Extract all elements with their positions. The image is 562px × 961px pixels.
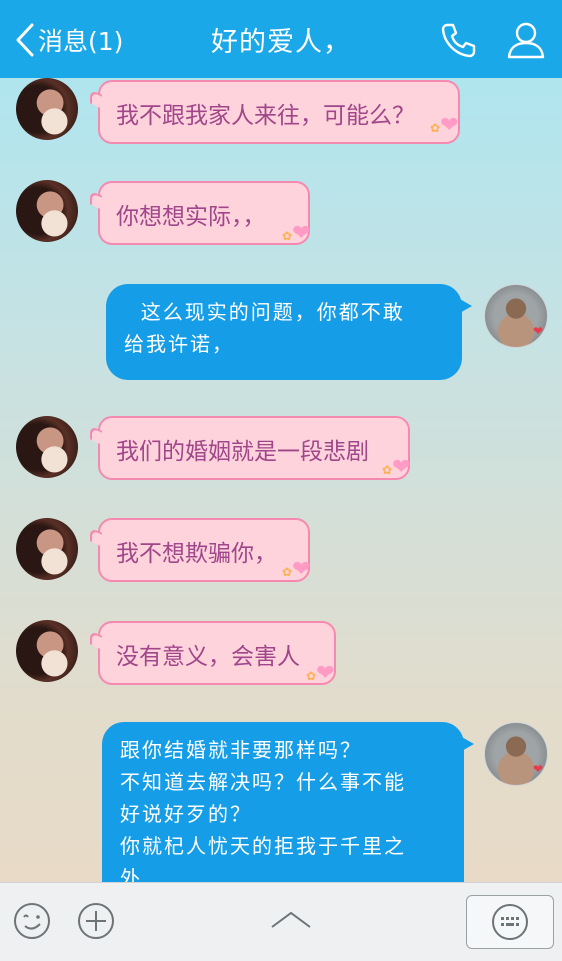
message-line: 这么现实的问题，你都不敢	[124, 300, 405, 324]
bubble-decoration-icon: ✿❤	[306, 661, 335, 686]
contact-icon	[507, 22, 545, 59]
bubble-decoration-icon: ✿❤	[282, 557, 311, 582]
message-text: 你想想实际，，	[116, 204, 266, 230]
top-bar: 消息(1) 好的爱人，	[0, 0, 562, 78]
expand-panel-button[interactable]	[268, 905, 314, 939]
message-line: 外	[120, 866, 142, 882]
chevron-up-icon	[271, 911, 311, 928]
contact-avatar[interactable]	[16, 78, 78, 140]
message-bubble-incoming[interactable]: 我不想欺骗你，	[98, 518, 310, 582]
message-line: 给我许诺，	[124, 332, 234, 356]
message-text: 我们的婚姻就是一段悲剧	[116, 439, 369, 465]
message-line: 跟你结婚就非要那样吗？	[120, 738, 362, 762]
message-list[interactable]: 我不跟我家人来往，可能么？ ✿❤ 你想想实际，， ✿❤ 这么现实的问题，你都不敢…	[0, 78, 562, 882]
keyboard-icon	[492, 904, 528, 940]
message-bubble-outgoing[interactable]: 跟你结婚就非要那样吗？ 不知道去解决吗？什么事不能 好说好歹的？ 你就杞人忧天的…	[102, 722, 474, 882]
bubble-decoration-icon: ✿❤	[382, 455, 411, 480]
contact-avatar[interactable]	[16, 180, 78, 242]
contact-profile-button[interactable]	[506, 20, 546, 64]
contact-avatar[interactable]	[16, 620, 78, 682]
message-line: 不知道去解决吗？什么事不能	[120, 770, 406, 794]
message-text: 没有意义，会害人	[116, 644, 300, 670]
message-bubble-incoming[interactable]: 我不跟我家人来往，可能么？	[98, 80, 460, 144]
phone-icon	[441, 23, 476, 58]
heart-icon: ❤	[533, 762, 544, 776]
message-bubble-incoming[interactable]: 你想想实际，，	[98, 181, 310, 245]
message-text: 我不跟我家人来往，可能么？	[116, 103, 415, 129]
call-button[interactable]	[438, 20, 478, 64]
more-options-button[interactable]	[76, 901, 116, 945]
message-line: 你就杞人忧天的拒我于千里之	[120, 834, 406, 858]
message-text: 我不想欺骗你，	[116, 541, 277, 567]
heart-icon: ❤	[533, 324, 544, 338]
plus-icon	[78, 903, 114, 939]
keyboard-toggle-button[interactable]	[466, 895, 554, 949]
emoji-button[interactable]	[12, 901, 52, 945]
contact-avatar[interactable]	[16, 416, 78, 478]
message-bubble-incoming[interactable]: 没有意义，会害人	[98, 621, 336, 685]
message-bubble-outgoing[interactable]: 这么现实的问题，你都不敢 给我许诺，	[106, 284, 472, 380]
emoji-icon	[14, 903, 50, 939]
message-line: 好说好歹的？	[120, 802, 252, 826]
user-avatar[interactable]: ❤	[484, 722, 548, 786]
user-avatar[interactable]: ❤	[484, 284, 548, 348]
message-bubble-incoming[interactable]: 我们的婚姻就是一段悲剧	[98, 416, 410, 480]
bubble-decoration-icon: ✿❤	[430, 113, 459, 138]
bubble-decoration-icon: ✿❤	[282, 221, 311, 246]
input-toolbar	[0, 882, 562, 961]
contact-avatar[interactable]	[16, 518, 78, 580]
